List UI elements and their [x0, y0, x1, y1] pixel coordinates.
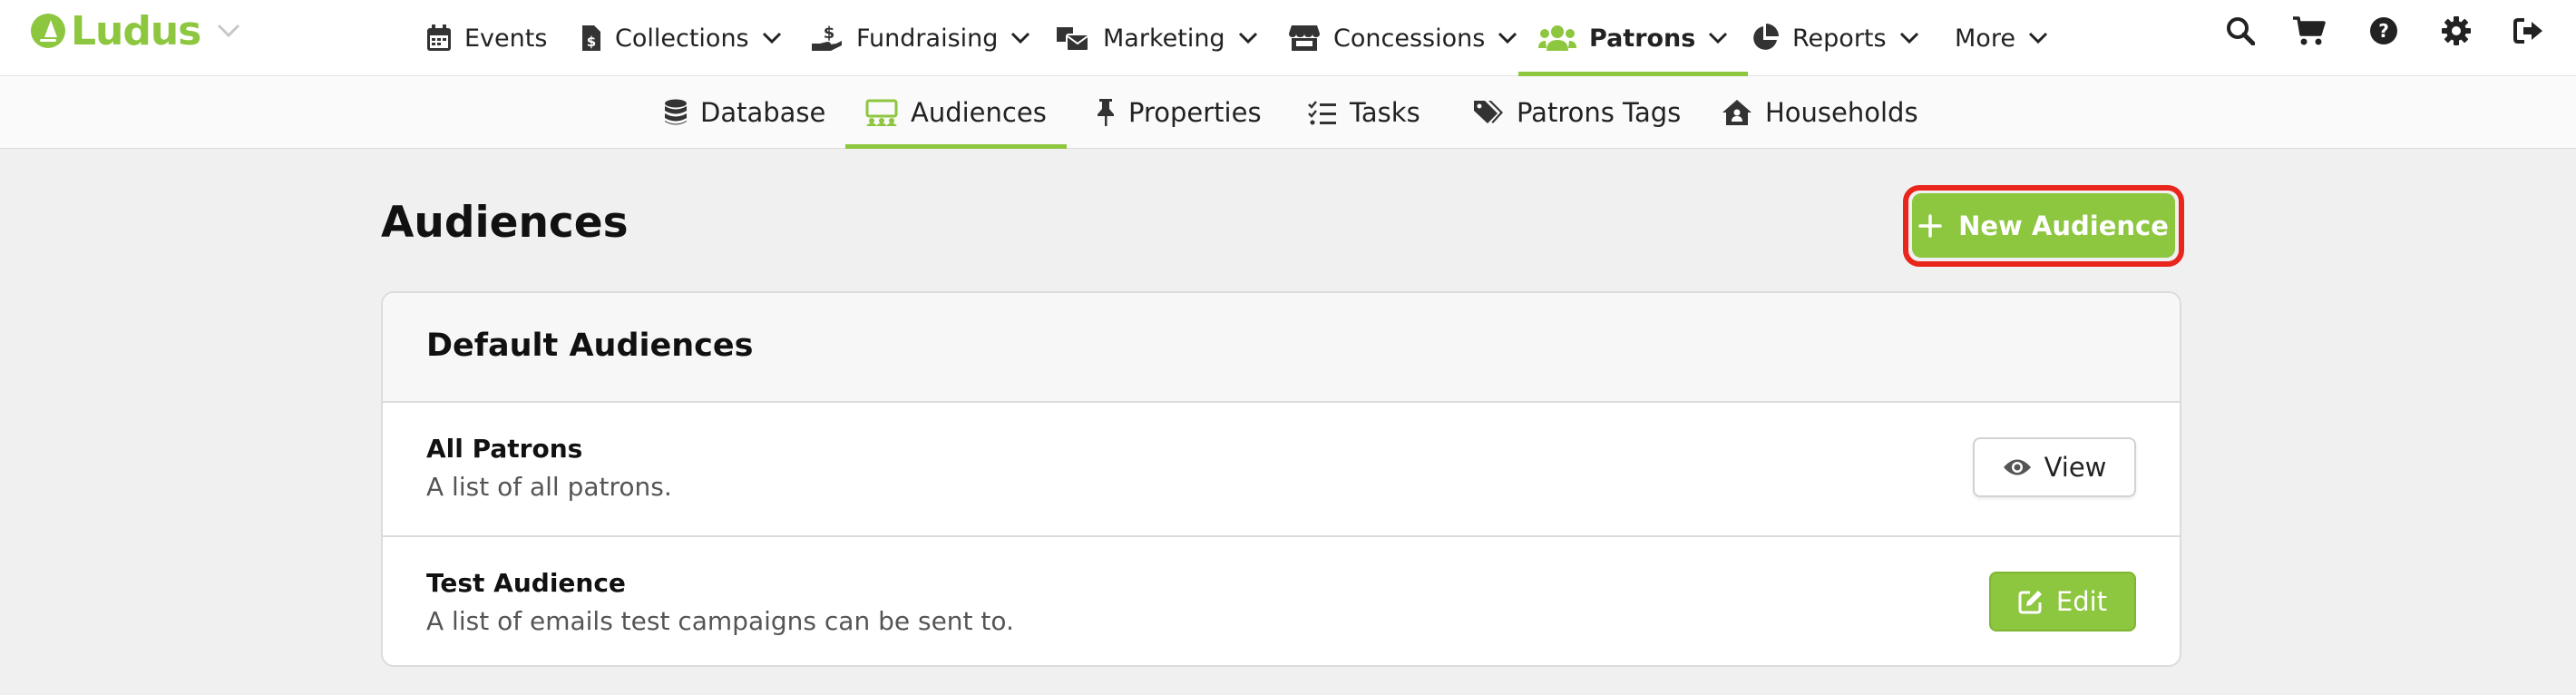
new-audience-button[interactable]: New Audience: [1912, 193, 2175, 258]
database-icon: [665, 99, 687, 125]
edit-icon: [2018, 591, 2042, 614]
list-item: Test Audience A list of emails test camp…: [383, 535, 2180, 665]
chevron-down-icon: [1899, 32, 1918, 44]
subnav-patrons-tags[interactable]: Patrons Tags: [1473, 76, 1681, 149]
nav-marketing-label: Marketing: [1103, 24, 1225, 53]
nav-patrons-label: Patrons: [1589, 24, 1696, 53]
task-list-icon: [1308, 101, 1336, 125]
gear-icon: [2442, 16, 2471, 45]
nav-collections[interactable]: $ Collections: [581, 0, 782, 76]
view-button[interactable]: View: [1973, 437, 2136, 497]
subnav-database-label: Database: [700, 97, 826, 128]
nav-marketing[interactable]: Marketing: [1056, 0, 1258, 76]
page-title: Audiences: [381, 198, 629, 248]
nav-concessions[interactable]: Concessions: [1288, 0, 1517, 76]
list-item: All Patrons A list of all patrons. View: [383, 403, 2180, 535]
ludus-logo-icon: [31, 14, 65, 48]
logout-button[interactable]: [2513, 15, 2545, 47]
search-button[interactable]: [2224, 15, 2257, 47]
subnav-households-label: Households: [1765, 97, 1918, 128]
subnav-database[interactable]: Database: [664, 76, 825, 149]
pie-chart-icon: [1753, 24, 1779, 50]
cart-icon: [2293, 16, 2326, 45]
users-icon: [1538, 25, 1576, 51]
audience-name: All Patrons: [426, 434, 583, 464]
default-audiences-card: Default Audiences All Patrons A list of …: [381, 291, 2181, 667]
new-audience-label: New Audience: [1958, 210, 2169, 241]
search-icon: [2227, 17, 2255, 45]
svg-text:$: $: [587, 34, 596, 50]
subnav-tasks[interactable]: Tasks: [1308, 76, 1420, 149]
nav-fundraising-label: Fundraising: [856, 24, 999, 53]
nav-events[interactable]: Events: [426, 0, 547, 76]
audience-description: A list of all patrons.: [426, 472, 672, 502]
edit-button-label: Edit: [2055, 586, 2108, 617]
subnav-tasks-label: Tasks: [1350, 97, 1420, 128]
chevron-down-icon: [1709, 32, 1728, 44]
store-icon: [1289, 25, 1320, 51]
cart-button[interactable]: [2293, 15, 2326, 47]
card-title: Default Audiences: [426, 328, 754, 364]
help-button[interactable]: ?: [2367, 15, 2400, 47]
eye-icon: [2003, 459, 2031, 475]
file-dollar-icon: $: [582, 25, 600, 51]
nav-more[interactable]: More: [1955, 0, 2048, 76]
nav-more-label: More: [1955, 24, 2015, 53]
chevron-down-icon: [1498, 32, 1517, 44]
card-header: Default Audiences: [383, 293, 2180, 403]
sub-navbar: Database Audiences Properties Tasks Patr…: [0, 76, 2576, 149]
thumbtack-icon: [1098, 99, 1114, 126]
chevron-down-icon: [2028, 32, 2047, 44]
hand-dollar-icon: $: [812, 24, 842, 51]
subnav-patrons-tags-label: Patrons Tags: [1517, 97, 1682, 128]
help-icon: ?: [2370, 17, 2397, 44]
chevron-down-icon: [218, 24, 240, 38]
tags-icon: [1474, 101, 1503, 123]
nav-fundraising[interactable]: $ Fundraising: [811, 0, 1030, 76]
chevron-down-icon: [1011, 32, 1030, 44]
audience-description: A list of emails test campaigns can be s…: [426, 606, 1014, 636]
svg-text:?: ?: [2378, 20, 2389, 42]
chevron-down-icon: [1238, 32, 1257, 44]
mail-bulk-icon: [1057, 27, 1089, 52]
nav-collections-label: Collections: [615, 24, 749, 53]
subnav-audiences-label: Audiences: [911, 97, 1047, 128]
house-user-icon: [1722, 100, 1751, 125]
audience-icon: [865, 99, 898, 126]
view-button-label: View: [2044, 452, 2107, 483]
settings-button[interactable]: [2440, 15, 2473, 47]
calendar-icon: [427, 24, 451, 51]
audience-name: Test Audience: [426, 568, 626, 598]
subnav-properties[interactable]: Properties: [1096, 76, 1262, 149]
subnav-households[interactable]: Households: [1722, 76, 1918, 149]
nav-reports[interactable]: Reports: [1751, 0, 1919, 76]
nav-reports-label: Reports: [1792, 24, 1887, 53]
chevron-down-icon: [762, 32, 781, 44]
svg-text:$: $: [824, 24, 835, 43]
subnav-properties-label: Properties: [1128, 97, 1262, 128]
edit-button[interactable]: Edit: [1989, 572, 2136, 631]
subnav-audiences[interactable]: Audiences: [845, 76, 1067, 149]
brand-name: Ludus: [71, 7, 201, 54]
top-navbar: Ludus Events $ Collections $ Fundraising…: [0, 0, 2576, 76]
plus-icon: [1918, 213, 1942, 238]
nav-concessions-label: Concessions: [1333, 24, 1486, 53]
sign-out-icon: [2513, 18, 2542, 44]
brand-menu[interactable]: Ludus: [31, 7, 240, 54]
nav-patrons[interactable]: Patrons: [1518, 0, 1749, 76]
nav-events-label: Events: [464, 24, 548, 53]
